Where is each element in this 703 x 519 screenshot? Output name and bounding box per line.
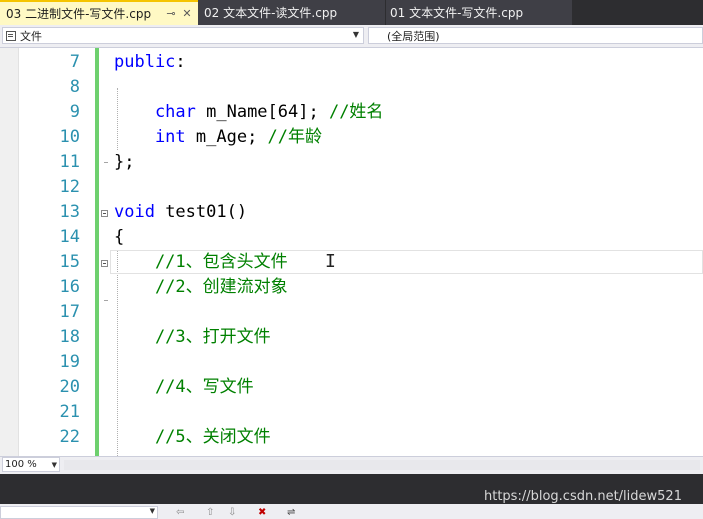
keyword-token: void — [114, 202, 155, 222]
fold-end-marker — [104, 162, 108, 163]
code-token: m_Name[64]; — [195, 102, 329, 122]
code-line[interactable]: //5、关闭文件 — [114, 425, 271, 450]
editor-status-row: 100 % ▼ — [0, 456, 703, 474]
chevron-down-icon[interactable]: ▼ — [353, 30, 359, 39]
line-number: 13 — [59, 202, 80, 222]
word-wrap-icon[interactable]: ⇌ — [287, 507, 295, 518]
change-tracking-bar — [95, 48, 99, 456]
line-number: 14 — [59, 227, 80, 247]
code-token: { — [114, 227, 125, 247]
zoom-label: 100 % — [5, 459, 37, 470]
line-number: 11 — [59, 152, 80, 172]
zoom-dropdown[interactable]: 100 % ▼ — [2, 457, 60, 472]
comment-token: //5、关闭文件 — [114, 427, 271, 447]
code-token: }; — [114, 152, 135, 172]
line-number: 16 — [59, 277, 80, 297]
line-number: 12 — [59, 177, 80, 197]
line-number: 22 — [59, 427, 80, 447]
code-line[interactable]: { — [114, 225, 124, 250]
scope-dropdown[interactable]: 文件 ▼ — [2, 27, 364, 44]
comment-token: //2、创建流对象 — [114, 277, 288, 297]
code-line[interactable]: //4、写文件 — [114, 375, 254, 400]
tab-label: 01 文本文件-写文件.cpp — [390, 6, 524, 20]
watermark-text: https://blog.csdn.net/lidew521 — [484, 489, 682, 504]
line-number: 15 — [59, 252, 80, 272]
tab-label: 03 二进制文件-写文件.cpp — [6, 7, 152, 21]
previous-message-icon[interactable]: ⇦ — [176, 507, 184, 518]
line-number: 10 — [59, 127, 80, 147]
line-number: 19 — [59, 352, 80, 372]
code-editor[interactable]: 7 8 9 10 11 12 13 14 15 16 17 18 19 20 21 22 public: ch… — [0, 48, 703, 456]
keyword-token: int — [114, 127, 186, 147]
document-tab-strip: 03 二进制文件-写文件.cpp ⊸ ✕ 02 文本文件-读文件.cpp 01 … — [0, 0, 703, 25]
code-line[interactable]: //3、打开文件 — [114, 325, 271, 350]
go-to-next-icon[interactable]: ⇩ — [228, 507, 236, 518]
line-number: 7 — [69, 52, 80, 72]
code-token: : — [175, 52, 186, 72]
keyword-token: char — [114, 102, 196, 122]
horizontal-scrollbar[interactable] — [64, 460, 700, 470]
code-token: test01() — [154, 202, 248, 222]
clear-all-icon[interactable]: ✖ — [258, 507, 266, 518]
comment-token: //3、打开文件 — [114, 327, 271, 347]
comment-token: //1、包含头文件 — [114, 252, 288, 272]
line-number: 20 — [59, 377, 80, 397]
tab-binary-write[interactable]: 03 二进制文件-写文件.cpp ⊸ ✕ — [0, 0, 198, 25]
navigation-bar: 文件 ▼ (全局范围) — [0, 25, 703, 48]
line-number: 18 — [59, 327, 80, 347]
fold-end-marker — [104, 300, 108, 301]
code-line[interactable]: //2、创建流对象 — [114, 275, 288, 300]
pin-icon[interactable]: ⊸ — [166, 7, 176, 20]
output-source-dropdown[interactable]: ▼ — [0, 506, 158, 519]
fold-collapse-icon[interactable] — [101, 260, 108, 267]
code-line[interactable]: void test01() — [114, 200, 247, 225]
line-number: 8 — [69, 77, 80, 97]
chevron-down-icon[interactable]: ▼ — [52, 459, 57, 472]
scope-label: 文件 — [20, 29, 42, 43]
comment-token: //姓名 — [328, 102, 384, 122]
code-line[interactable]: int m_Age; //年龄 — [114, 125, 322, 150]
code-line[interactable]: char m_Name[64]; //姓名 — [114, 100, 384, 125]
tab-text-read[interactable]: 02 文本文件-读文件.cpp — [198, 0, 386, 25]
text-cursor-icon: I — [325, 251, 336, 272]
code-line[interactable]: //1、包含头文件 — [114, 250, 288, 275]
code-token: m_Age; — [185, 127, 268, 147]
code-line[interactable]: }; — [114, 150, 134, 175]
members-dropdown[interactable]: (全局范围) — [368, 27, 703, 44]
output-toolbar: ▼ ⇦ ⇧ ⇩ ✖ ⇌ — [0, 504, 703, 519]
comment-token: //4、写文件 — [114, 377, 254, 397]
line-number: 17 — [59, 302, 80, 322]
keyword-token: public — [114, 52, 176, 72]
chevron-down-icon[interactable]: ▼ — [150, 507, 155, 515]
line-number: 21 — [59, 402, 80, 422]
tab-text-write[interactable]: 01 文本文件-写文件.cpp — [386, 0, 572, 25]
members-label: (全局范围) — [387, 29, 440, 43]
comment-token: //年龄 — [267, 127, 323, 147]
line-number: 9 — [69, 102, 80, 122]
file-icon — [6, 30, 16, 41]
tab-label: 02 文本文件-读文件.cpp — [204, 6, 338, 20]
close-icon[interactable]: ✕ — [182, 7, 192, 20]
fold-collapse-icon[interactable] — [101, 210, 108, 217]
go-to-previous-icon[interactable]: ⇧ — [206, 507, 214, 518]
code-line[interactable]: public: — [114, 50, 186, 75]
